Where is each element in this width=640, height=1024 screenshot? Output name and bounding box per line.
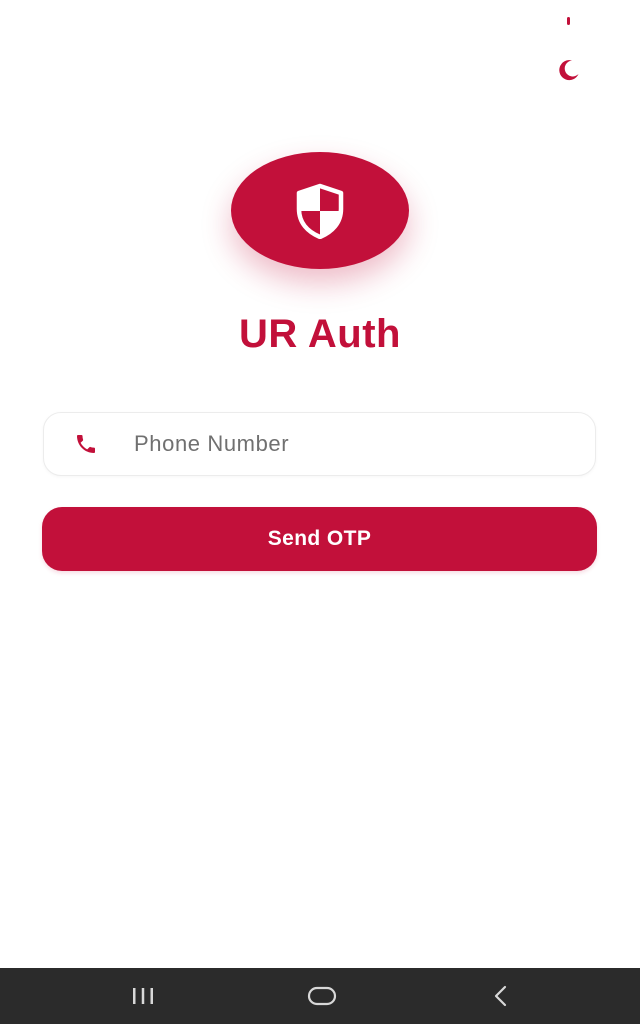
crescent-moon-icon (555, 57, 581, 83)
recent-apps-button[interactable] (103, 968, 183, 1024)
app-title: UR Auth (239, 312, 401, 356)
shield-icon (285, 183, 355, 239)
home-button[interactable] (282, 968, 362, 1024)
phone-number-field[interactable] (43, 412, 596, 476)
phone-icon (44, 412, 134, 476)
status-indicator-dot (567, 17, 570, 25)
phone-number-input[interactable] (134, 414, 595, 474)
recent-apps-icon (128, 986, 158, 1006)
back-button[interactable] (461, 968, 541, 1024)
theme-toggle-button[interactable] (552, 54, 584, 86)
home-icon (306, 985, 338, 1007)
app-logo (231, 152, 409, 269)
system-navigation-bar (0, 968, 640, 1024)
back-icon (489, 984, 513, 1008)
send-otp-button[interactable]: Send OTP (42, 507, 597, 571)
